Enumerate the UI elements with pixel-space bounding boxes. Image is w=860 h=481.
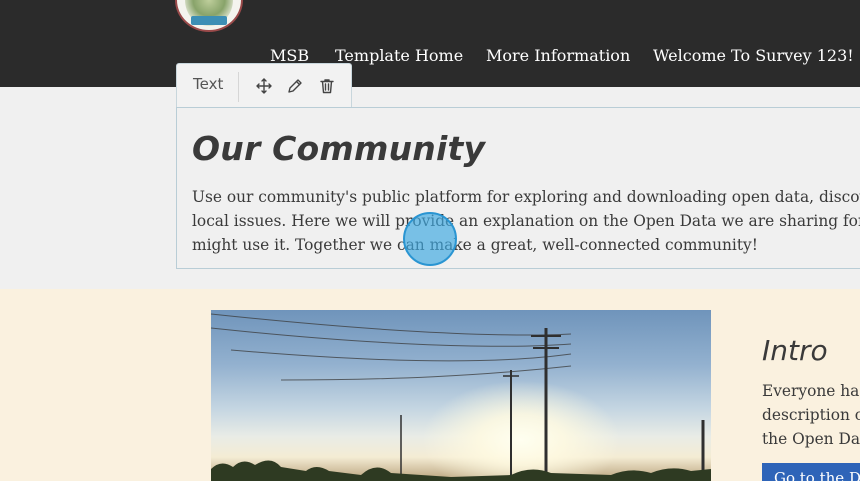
site-logo[interactable] bbox=[175, 0, 243, 32]
nav-link-more-information[interactable]: More Information bbox=[486, 45, 630, 67]
intro-line: description o bbox=[762, 406, 860, 424]
widget-type-label: Text bbox=[193, 75, 224, 93]
text-widget-our-community[interactable]: Our Community Use our community's public… bbox=[176, 107, 860, 269]
pencil-icon bbox=[288, 79, 302, 93]
hero-photo bbox=[211, 310, 711, 481]
intro-line: the Open Dat bbox=[762, 430, 860, 448]
delete-button[interactable] bbox=[317, 76, 337, 96]
main-nav: MSB Template Home More Information Welco… bbox=[0, 45, 860, 69]
tree-line bbox=[211, 460, 711, 481]
logo-ribbon bbox=[191, 16, 227, 25]
nav-link-template-home[interactable]: Template Home bbox=[335, 45, 463, 67]
click-indicator bbox=[403, 212, 457, 266]
site-header: MSB Template Home More Information Welco… bbox=[0, 0, 860, 87]
section-title: Our Community bbox=[192, 129, 486, 168]
edit-button[interactable] bbox=[285, 76, 305, 96]
widget-edit-toolbar: Text bbox=[176, 63, 352, 108]
description-line: might use it. Together we can make a gre… bbox=[192, 236, 758, 254]
go-to-data-button[interactable]: Go to the D bbox=[762, 463, 860, 481]
move-icon bbox=[256, 78, 272, 94]
nav-link-survey-123[interactable]: Welcome To Survey 123! bbox=[653, 45, 854, 67]
move-button[interactable] bbox=[254, 76, 274, 96]
intro-line: Everyone has bbox=[762, 382, 860, 400]
description-line: local issues. Here we will provide an ex… bbox=[192, 212, 860, 230]
section-description: Use our community's public platform for … bbox=[192, 185, 860, 257]
intro-title: Intro bbox=[762, 334, 828, 367]
intro-description: Everyone has description o the Open Dat bbox=[762, 379, 860, 451]
trash-icon bbox=[320, 79, 334, 94]
description-line: Use our community's public platform for … bbox=[192, 188, 860, 206]
toolbar-divider bbox=[238, 72, 239, 102]
